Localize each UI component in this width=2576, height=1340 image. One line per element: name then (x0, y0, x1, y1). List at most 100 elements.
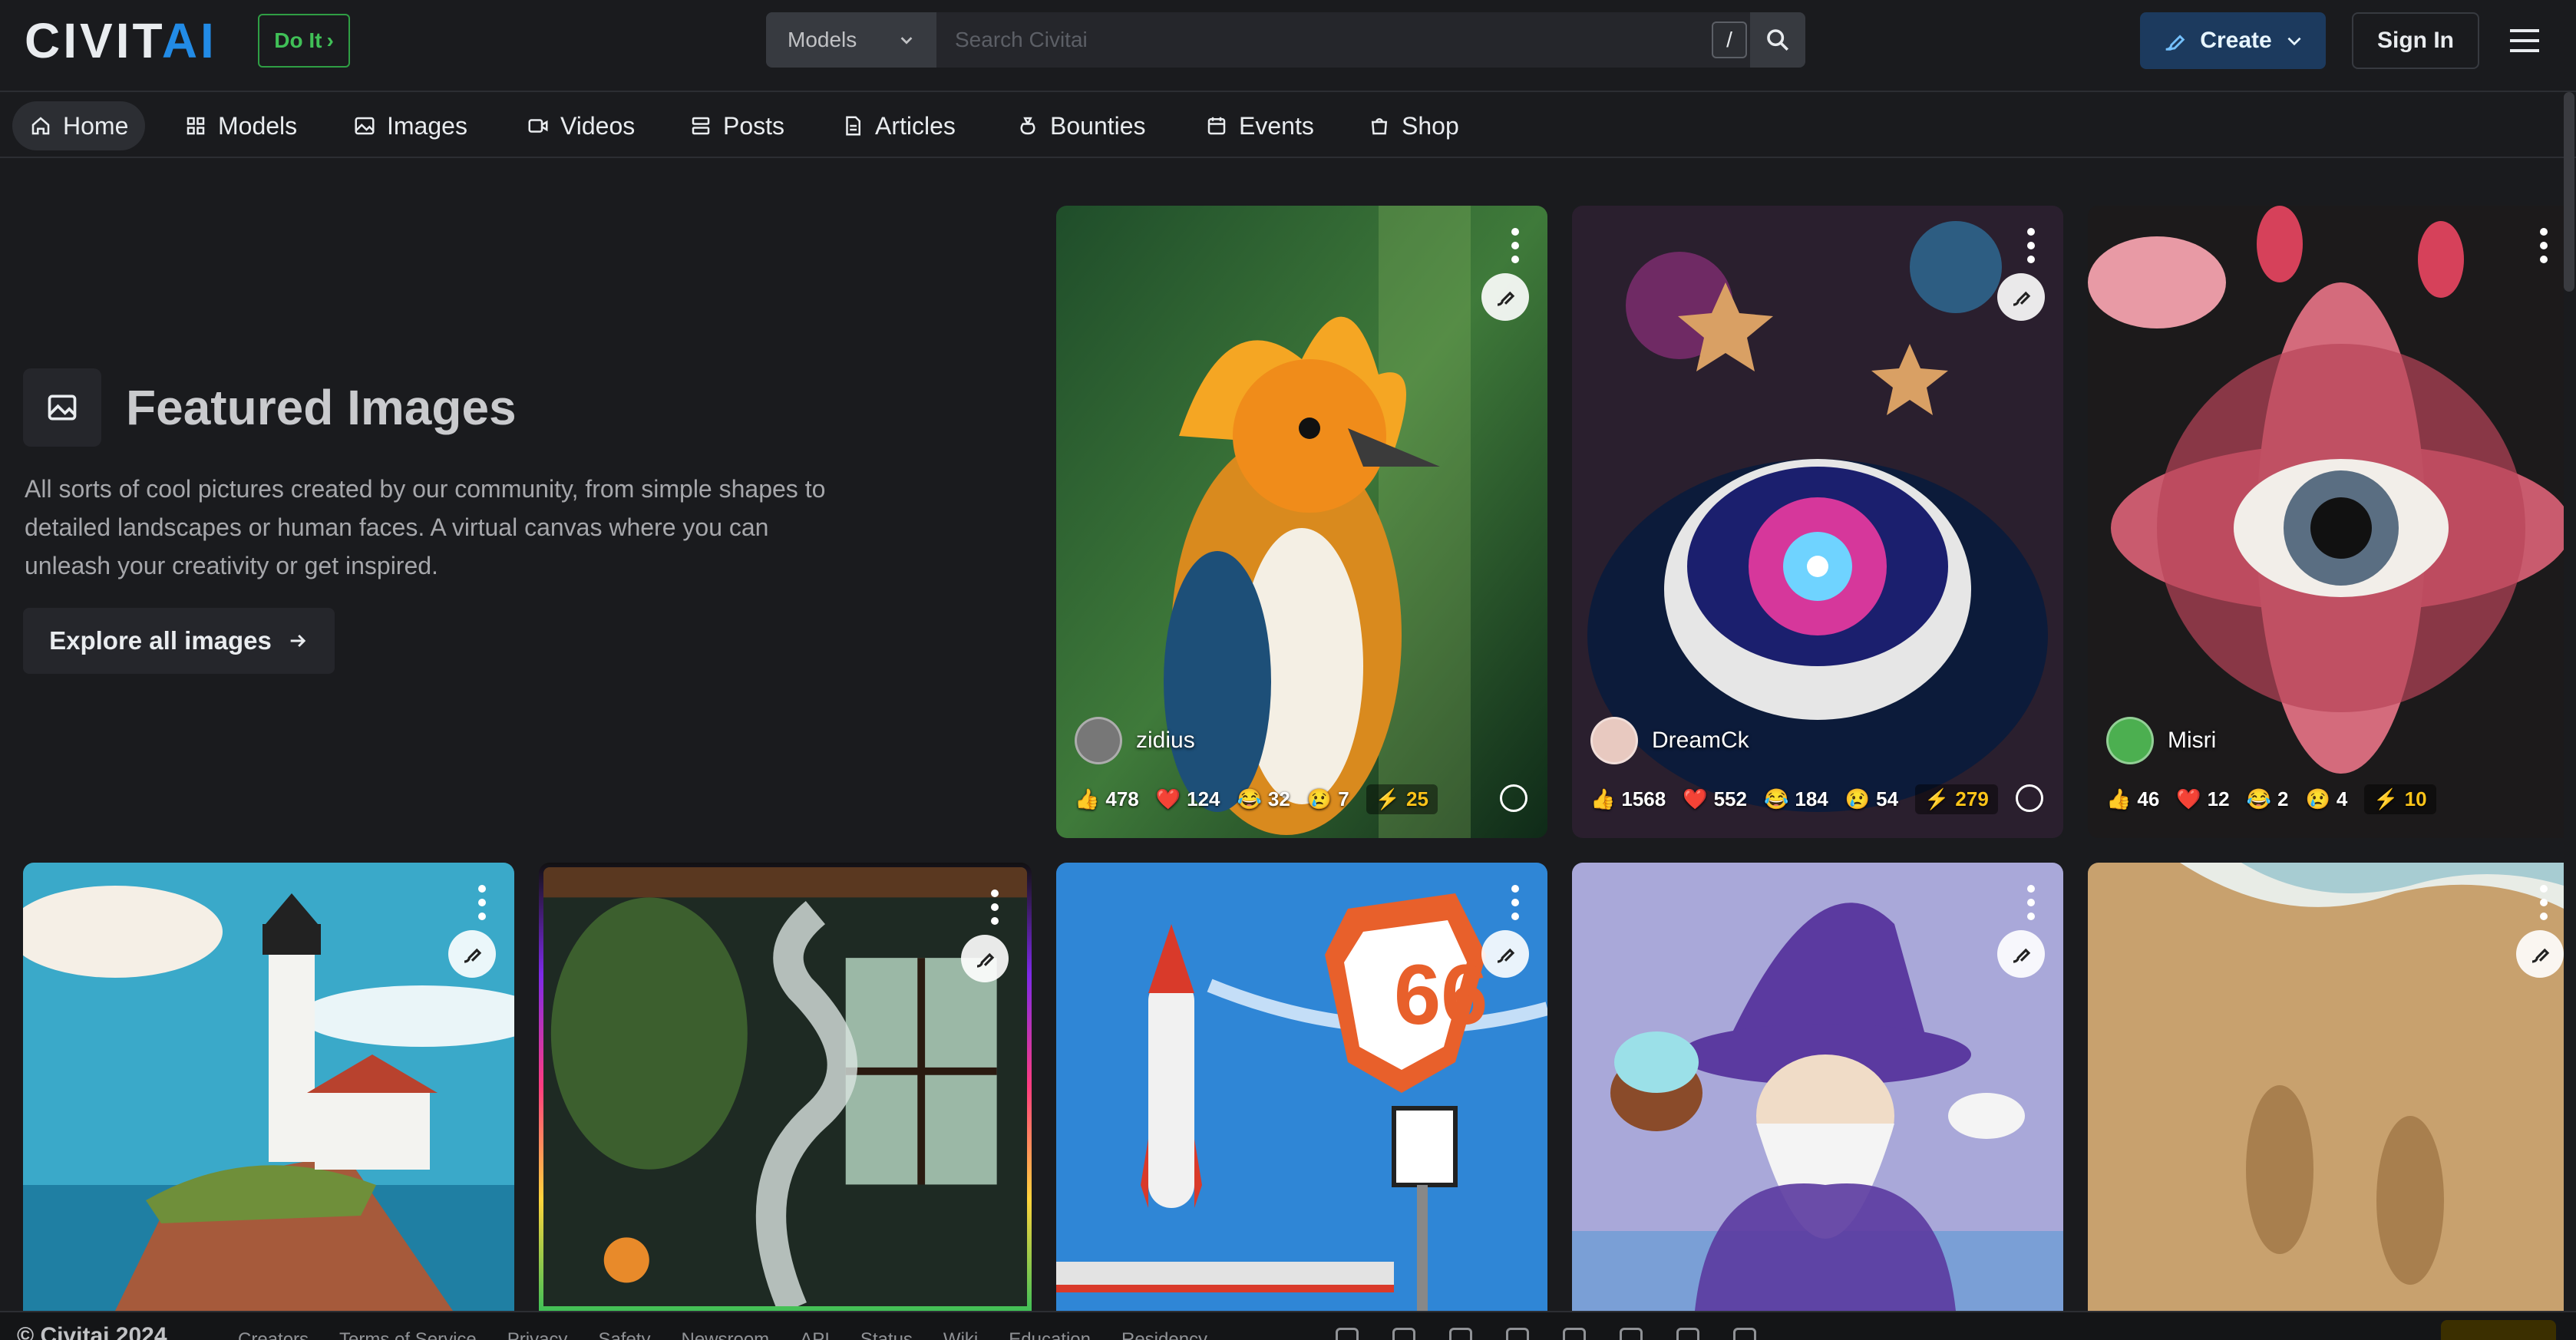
do-it-button[interactable]: Do It › (258, 14, 350, 68)
image-card[interactable] (1572, 863, 2063, 1311)
laugh-count: 2 (2277, 787, 2289, 810)
social-links (1336, 1328, 1756, 1340)
like-stat[interactable]: 👍 46 (2106, 787, 2159, 811)
card-user[interactable]: zidius (1075, 717, 1195, 764)
search-scope-value: Models (788, 28, 857, 51)
buzz-stat[interactable]: ⚡ 25 (1366, 784, 1438, 814)
image-card[interactable]: zidius 👍 478 ❤️ 124 😂 32 😢 7 ⚡ 25 (1056, 206, 1547, 838)
footer-link[interactable]: Status (860, 1329, 913, 1340)
remix-icon[interactable] (961, 935, 1009, 982)
laugh-count: 32 (1267, 787, 1290, 810)
instagram-icon[interactable] (1449, 1328, 1472, 1340)
support-button[interactable] (2441, 1320, 2556, 1340)
remix-icon[interactable] (1997, 930, 2045, 978)
tiktok-icon[interactable] (1563, 1328, 1586, 1340)
footer-link[interactable]: Wiki (943, 1329, 978, 1340)
cry-stat[interactable]: 😢 7 (1307, 787, 1349, 811)
footer-link[interactable]: Terms of Service (339, 1329, 477, 1340)
nav-posts[interactable]: Posts (672, 101, 801, 150)
more-options-icon[interactable] (2539, 884, 2548, 921)
nav-label: Images (387, 111, 467, 140)
reddit-icon[interactable] (1620, 1328, 1643, 1340)
footer-link[interactable]: Newsroom (681, 1329, 769, 1340)
nav-images[interactable]: Images (336, 101, 484, 150)
nav-videos[interactable]: Videos (510, 101, 652, 150)
nav-events[interactable]: Events (1188, 101, 1331, 150)
like-stat[interactable]: 👍 478 (1075, 787, 1139, 811)
nav-bounties[interactable]: Bounties (999, 101, 1163, 150)
card-user[interactable]: Misri (2106, 717, 2216, 764)
search-scope-select[interactable]: Models (766, 12, 936, 68)
discord-icon[interactable] (1336, 1328, 1359, 1340)
lightning-icon: ⚡ (1375, 787, 1401, 810)
search-input[interactable]: Search Civitai (936, 12, 1750, 68)
laugh-stat[interactable]: 😂 32 (1237, 787, 1290, 811)
footer-link[interactable]: Residency (1121, 1329, 1207, 1340)
image-card[interactable]: 66 (1056, 863, 1547, 1311)
explore-all-images-button[interactable]: Explore all images (23, 608, 335, 674)
image-card[interactable] (23, 863, 514, 1311)
search-icon (1767, 29, 1789, 51)
remix-icon[interactable] (448, 930, 496, 978)
scrollbar-thumb[interactable] (2564, 92, 2574, 292)
footer-link[interactable]: Privacy (507, 1329, 568, 1340)
like-stat[interactable]: 👍 1568 (1590, 787, 1666, 811)
main-nav: Home Models Images Videos Posts Articles… (0, 92, 2576, 158)
remix-icon[interactable] (1481, 273, 1529, 321)
image-card[interactable] (539, 863, 1032, 1311)
nav-models[interactable]: Models (167, 101, 314, 150)
buzz-stat[interactable]: ⚡ 10 (2364, 784, 2436, 814)
nav-shop[interactable]: Shop (1351, 101, 1476, 150)
image-card[interactable]: Misri 👍 46 ❤️ 12 😂 2 😢 4 ⚡ 10 (2088, 206, 2564, 838)
image-card[interactable] (2088, 863, 2564, 1311)
nav-label: Shop (1402, 111, 1459, 140)
more-options-icon[interactable] (2026, 227, 2036, 264)
laugh-stat[interactable]: 😂 2 (2247, 787, 2289, 811)
buzz-stat[interactable]: ⚡ 279 (1915, 784, 1998, 814)
civitai-logo[interactable]: CIVITAI (25, 16, 217, 65)
remix-icon[interactable] (1997, 273, 2045, 321)
avatar (1075, 717, 1122, 764)
image-card[interactable]: DreamCk 👍 1568 ❤️ 552 😂 184 😢 54 ⚡ 279 (1572, 206, 2063, 838)
svg-text:66: 66 (1394, 948, 1488, 1042)
nav-home[interactable]: Home (12, 101, 146, 150)
brush-icon (976, 952, 995, 968)
menu-icon[interactable] (2505, 23, 2544, 58)
heart-stat[interactable]: ❤️ 12 (2176, 787, 2229, 811)
more-options-icon[interactable] (1511, 227, 1520, 264)
info-icon[interactable] (1500, 784, 1527, 812)
cry-stat[interactable]: 😢 4 (2305, 787, 2347, 811)
remix-icon[interactable] (2516, 930, 2564, 978)
cry-stat[interactable]: 😢 54 (1845, 787, 1898, 811)
laugh-stat[interactable]: 😂 184 (1764, 787, 1828, 811)
avatar (2106, 717, 2154, 764)
more-options-icon[interactable] (2539, 227, 2548, 264)
remix-icon[interactable] (1481, 930, 1529, 978)
image-icon (355, 117, 375, 135)
brush-icon (1497, 291, 1515, 306)
heart-stat[interactable]: ❤️ 124 (1156, 787, 1220, 811)
more-options-icon[interactable] (1511, 884, 1520, 921)
sign-in-button[interactable]: Sign In (2352, 12, 2479, 69)
search-button[interactable] (1750, 12, 1805, 68)
chevron-right-icon: › (326, 28, 334, 52)
footer-link[interactable]: API (800, 1329, 830, 1340)
create-button[interactable]: Create (2140, 12, 2326, 69)
heart-stat[interactable]: ❤️ 552 (1683, 787, 1747, 811)
card-image-wizard (1572, 863, 2063, 1311)
more-options-icon[interactable] (477, 884, 487, 921)
card-user[interactable]: DreamCk (1590, 717, 1749, 764)
footer-link[interactable]: Safety (598, 1329, 650, 1340)
twitch-icon[interactable] (1733, 1328, 1756, 1340)
footer-link[interactable]: Education (1009, 1329, 1091, 1340)
more-options-icon[interactable] (990, 889, 999, 926)
github-icon[interactable] (1676, 1328, 1699, 1340)
more-options-icon[interactable] (2026, 884, 2036, 921)
youtube-icon[interactable] (1506, 1328, 1529, 1340)
nav-articles[interactable]: Articles (824, 101, 973, 150)
card-image-footprints (2088, 863, 2564, 1311)
cry-count: 54 (1876, 787, 1899, 810)
info-icon[interactable] (2016, 784, 2043, 812)
footer-link[interactable]: Creators (238, 1329, 309, 1340)
x-icon[interactable] (1392, 1328, 1415, 1340)
